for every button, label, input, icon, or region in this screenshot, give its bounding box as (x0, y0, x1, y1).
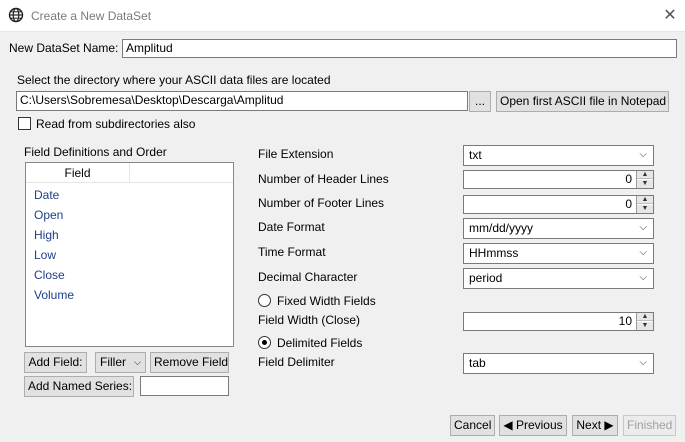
close-icon[interactable]: ✕ (660, 6, 680, 26)
file-extension-select[interactable]: txt ⌵ (463, 145, 654, 166)
field-width-stepper[interactable]: 10 ▲ ▼ (463, 312, 654, 331)
field-column-header[interactable]: Field (26, 163, 130, 183)
list-item[interactable]: Date (34, 188, 59, 202)
chevron-down-icon: ⌵ (639, 272, 647, 283)
footer-lines-value: 0 (625, 197, 632, 211)
window-title: Create a New DataSet (31, 9, 152, 23)
next-label: Next (576, 418, 602, 432)
filler-label: Filler (100, 355, 126, 369)
fixed-width-radio[interactable] (258, 294, 271, 307)
field-delimiter-select[interactable]: tab ⌵ (463, 353, 654, 374)
dataset-name-label: New DataSet Name: (9, 41, 119, 55)
time-format-value: HHmmss (469, 246, 519, 260)
date-format-label: Date Format (258, 220, 325, 234)
arrow-down-icon[interactable]: ▼ (637, 205, 653, 213)
date-format-value: mm/dd/yyyy (469, 221, 534, 235)
previous-label: Previous (515, 418, 563, 432)
delimited-radio[interactable] (258, 336, 271, 349)
chevron-left-icon: ◀ (503, 418, 513, 432)
add-field-button[interactable]: Add Field: (24, 352, 87, 373)
list-item[interactable]: Low (34, 248, 56, 262)
chevron-down-icon: ⌵ (639, 149, 647, 160)
chevron-down-icon: ⌵ (639, 222, 647, 233)
decimal-character-label: Decimal Character (258, 270, 358, 284)
chevron-right-icon: ▶ (604, 418, 614, 432)
cancel-button[interactable]: Cancel (450, 415, 495, 436)
field-list[interactable]: Field Date Open High Low Close Volume (25, 162, 234, 347)
list-item[interactable]: High (34, 228, 59, 242)
decimal-character-select[interactable]: period ⌵ (463, 268, 654, 289)
finished-button[interactable]: Finished (623, 415, 676, 436)
chevron-down-icon: ⌵ (134, 357, 141, 367)
named-series-input[interactable] (140, 376, 229, 396)
time-format-select[interactable]: HHmmss ⌵ (463, 243, 654, 264)
file-extension-value: txt (469, 148, 482, 162)
header-lines-value: 0 (625, 172, 632, 186)
chevron-down-icon: ⌵ (639, 357, 647, 368)
title-bar: Create a New DataSet ✕ (0, 0, 685, 32)
header-lines-label: Number of Header Lines (258, 172, 389, 186)
footer-lines-label: Number of Footer Lines (258, 196, 385, 210)
footer-lines-stepper[interactable]: 0 ▲ ▼ (463, 195, 654, 214)
arrow-up-icon[interactable]: ▲ (637, 171, 653, 179)
arrow-up-icon[interactable]: ▲ (637, 196, 653, 204)
field-list-header: Field (26, 163, 233, 183)
field-delimiter-label: Field Delimiter (258, 355, 335, 369)
delimited-label: Delimited Fields (277, 336, 363, 350)
arrow-down-icon[interactable]: ▼ (637, 322, 653, 330)
field-width-value: 10 (618, 314, 632, 328)
arrow-down-icon[interactable]: ▼ (637, 180, 653, 188)
list-item[interactable]: Close (34, 268, 65, 282)
browse-button[interactable]: ... (469, 91, 491, 112)
file-extension-label: File Extension (258, 147, 334, 161)
chevron-down-icon: ⌵ (639, 247, 647, 258)
stepper-arrows[interactable]: ▲ ▼ (636, 171, 653, 188)
filler-dropdown[interactable]: Filler ⌵ (95, 352, 146, 373)
remove-field-button[interactable]: Remove Field (150, 352, 229, 373)
arrow-up-icon[interactable]: ▲ (637, 313, 653, 321)
header-lines-stepper[interactable]: 0 ▲ ▼ (463, 170, 654, 189)
subdirectories-label: Read from subdirectories also (36, 117, 196, 131)
field-definitions-heading: Field Definitions and Order (24, 145, 167, 159)
field-delimiter-value: tab (469, 356, 486, 370)
fixed-width-label: Fixed Width Fields (277, 294, 376, 308)
open-notepad-button[interactable]: Open first ASCII file in Notepad (496, 91, 669, 112)
dataset-name-input[interactable]: Amplitud (122, 39, 677, 58)
directory-path-input[interactable]: C:\Users\Sobremesa\Desktop\Descarga\Ampl… (16, 91, 468, 111)
date-format-select[interactable]: mm/dd/yyyy ⌵ (463, 218, 654, 239)
next-button[interactable]: Next ▶ (572, 415, 618, 436)
decimal-character-value: period (469, 271, 503, 285)
list-item[interactable]: Open (34, 208, 63, 222)
list-item[interactable]: Volume (34, 288, 74, 302)
subdirectories-checkbox[interactable] (18, 117, 31, 130)
globe-icon (8, 7, 24, 23)
time-format-label: Time Format (258, 245, 326, 259)
stepper-arrows[interactable]: ▲ ▼ (636, 313, 653, 330)
previous-button[interactable]: ◀ Previous (499, 415, 567, 436)
directory-prompt: Select the directory where your ASCII da… (17, 73, 331, 87)
add-named-series-button[interactable]: Add Named Series: (24, 376, 134, 397)
stepper-arrows[interactable]: ▲ ▼ (636, 196, 653, 213)
field-width-label: Field Width (Close) (258, 313, 361, 327)
